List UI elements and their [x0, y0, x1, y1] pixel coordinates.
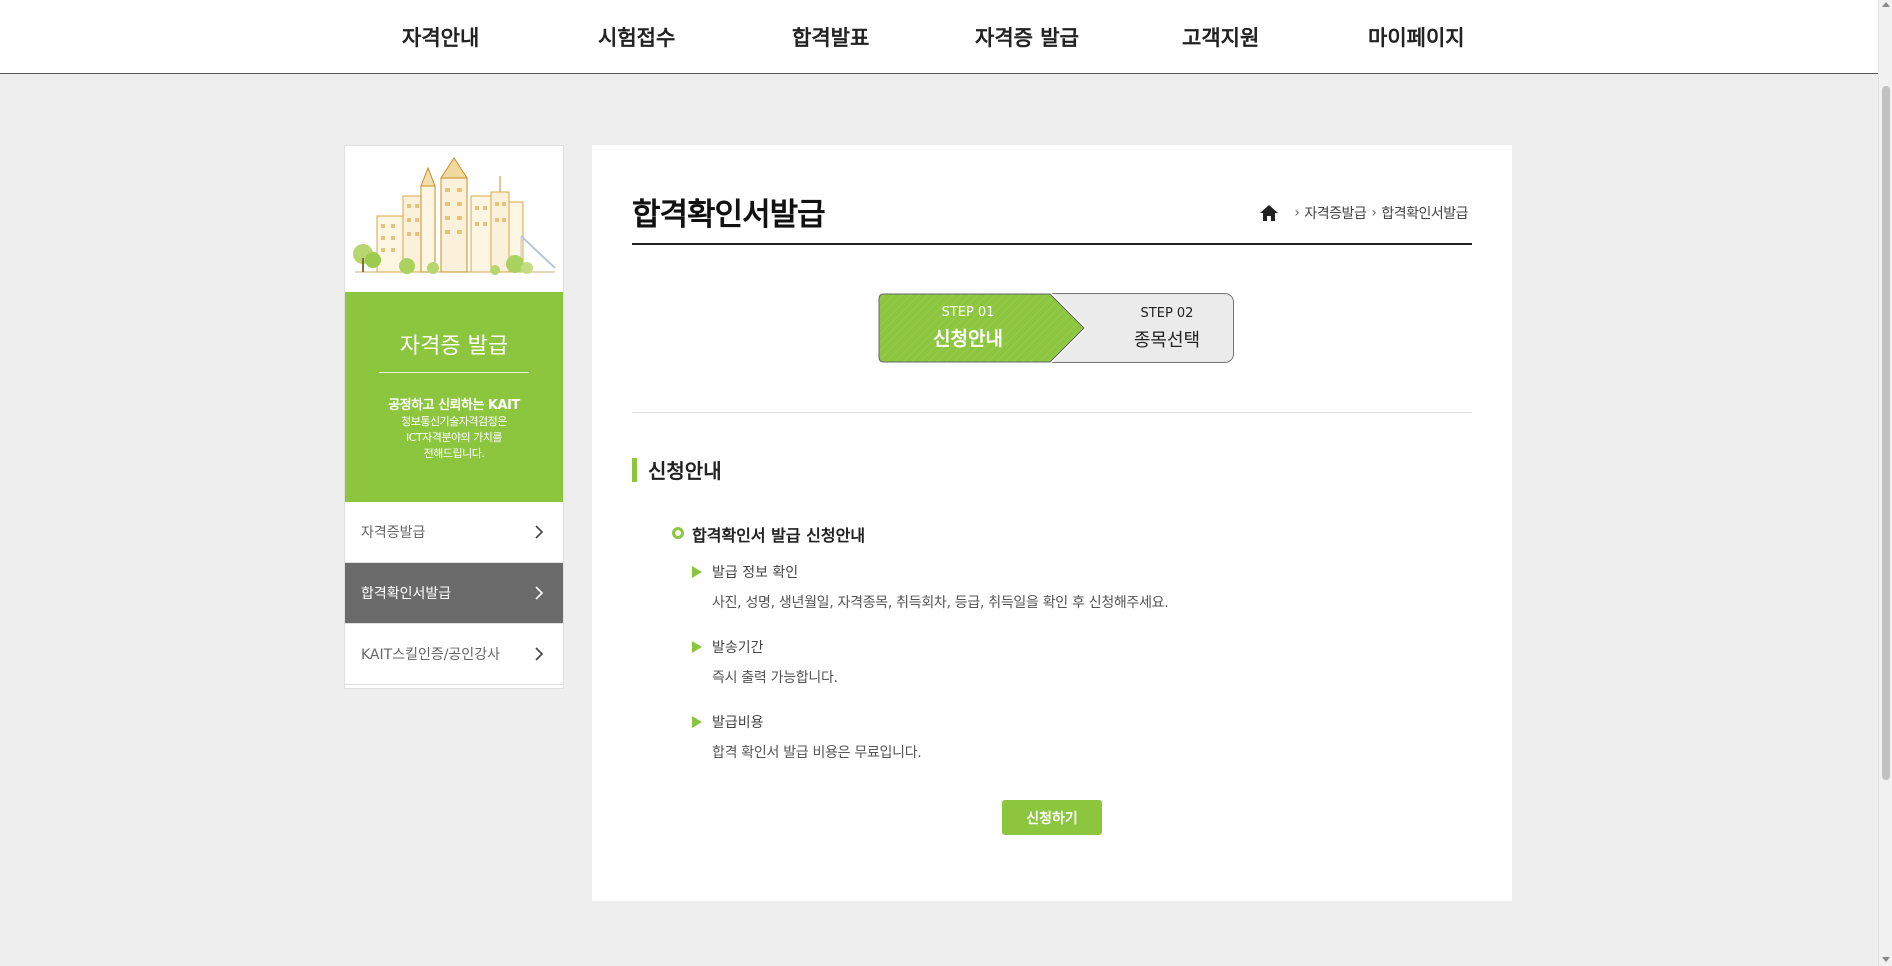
title-divider — [632, 243, 1472, 245]
sidebar-description-line: 전해드립니다. — [423, 447, 485, 460]
nav-item-certificate-issuance[interactable]: 자격증 발급 — [975, 0, 1079, 74]
sidebar-slogan: 공정하고 신뢰하는 KAIT — [388, 398, 520, 413]
sidebar-title: 자격증 발급 — [399, 334, 509, 359]
breadcrumb-item-current: 합격확인서발급 — [1381, 206, 1468, 222]
chevron-right-icon — [535, 586, 544, 600]
step-number: STEP 01 — [941, 305, 995, 320]
info-item-description: 사진, 성명, 생년월일, 자격종목, 취득회차, 등급, 취득일을 확인 후 … — [712, 595, 1169, 611]
chevron-right-icon — [535, 525, 544, 539]
city-illustration — [345, 146, 563, 292]
apply-button[interactable]: 신청하기 — [1002, 800, 1102, 835]
main-content: 합격확인서발급 › 자격증발급 › 합격확인서발급 STEP 02 종목선택 S… — [592, 145, 1512, 901]
step-indicator: STEP 02 종목선택 STEP 01 신청안내 — [878, 293, 1236, 363]
step-number: STEP 02 — [1140, 306, 1194, 321]
info-item-title: 발급비용 — [712, 715, 764, 731]
breadcrumb: › 자격증발급 › 합격확인서발급 — [1259, 203, 1468, 223]
sidebar-item-label: 자격증발급 — [361, 525, 426, 541]
home-icon[interactable] — [1259, 203, 1279, 223]
sidebar-item-label: KAIT스킬인증/공인강사 — [361, 647, 500, 663]
step-label: 신청안내 — [933, 328, 1003, 350]
scrollbar-thumb[interactable] — [1882, 86, 1890, 780]
circle-bullet-icon — [672, 527, 684, 539]
triangle-bullet-icon — [692, 566, 702, 578]
top-navigation: 자격안내 시험접수 합격발표 자격증 발급 고객지원 마이페이지 — [0, 0, 1878, 74]
chevron-right-icon: › — [1294, 205, 1300, 221]
info-item-description: 합격 확인서 발급 비용은 무료입니다. — [712, 745, 922, 761]
nav-item-results[interactable]: 합격발표 — [792, 0, 869, 74]
chevron-right-icon — [535, 647, 544, 661]
step-label: 종목선택 — [1133, 330, 1201, 351]
sidebar-description-line: ICT자격분야의 가치를 — [405, 431, 503, 444]
sidebar-divider — [379, 372, 529, 373]
nav-item-qualification-info[interactable]: 자격안내 — [402, 0, 479, 74]
nav-item-exam-registration[interactable]: 시험접수 — [598, 0, 675, 74]
breadcrumb-item[interactable]: 자격증발급 — [1304, 203, 1366, 223]
scroll-up-arrow-icon[interactable] — [1882, 2, 1890, 7]
chevron-right-icon: › — [1371, 205, 1377, 221]
step-01: STEP 01 신청안내 — [878, 293, 1090, 363]
triangle-bullet-icon — [692, 716, 702, 728]
subsection-title: 합격확인서 발급 신청안내 — [692, 526, 866, 545]
info-item-title: 발급 정보 확인 — [712, 565, 799, 581]
info-item-description: 즉시 출력 가능합니다. — [712, 670, 838, 686]
info-item-title: 발송기간 — [712, 640, 764, 656]
sidebar-item-label: 합격확인서발급 — [361, 586, 452, 602]
vertical-scrollbar[interactable] — [1878, 0, 1892, 966]
nav-item-my-page[interactable]: 마이페이지 — [1368, 0, 1465, 74]
scroll-down-arrow-icon[interactable] — [1882, 957, 1890, 962]
section-title: 신청안내 — [648, 459, 722, 483]
page-title: 합격확인서발급 — [632, 197, 826, 233]
section-marker — [632, 458, 637, 482]
triangle-bullet-icon — [692, 641, 702, 653]
nav-item-customer-support[interactable]: 고객지원 — [1182, 0, 1259, 74]
sidebar-header: 자격증 발급 공정하고 신뢰하는 KAIT 정보통신기술자격검정은 ICT자격분… — [345, 292, 563, 502]
sidebar-description-line: 정보통신기술자격검정은 — [401, 415, 507, 428]
sidebar-item-kait-skill[interactable]: KAIT스킬인증/공인강사 — [345, 624, 563, 685]
section-divider — [632, 412, 1472, 413]
sidebar-item-pass-confirmation[interactable]: 합격확인서발급 — [345, 563, 563, 624]
sidebar-item-certificate-issuance[interactable]: 자격증발급 — [345, 502, 563, 563]
sidebar-description: 정보통신기술자격검정은 ICT자격분야의 가치를 전해드립니다. — [345, 414, 563, 462]
sidebar: 자격증 발급 공정하고 신뢰하는 KAIT 정보통신기술자격검정은 ICT자격분… — [344, 145, 564, 689]
